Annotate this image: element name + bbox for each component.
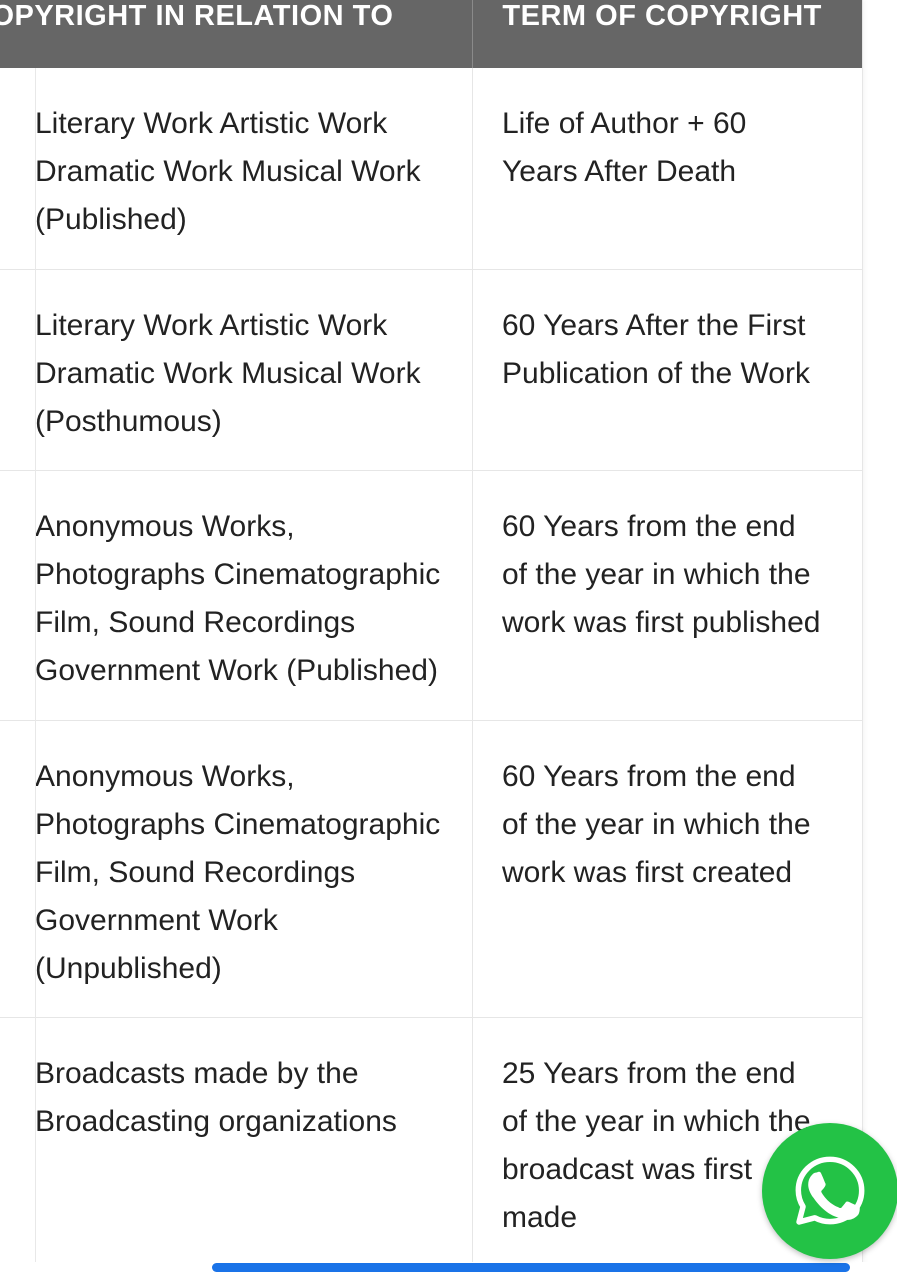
copyright-table-scroll-container[interactable]: COPYRIGHT IN RELATION TO TERM OF COPYRIG… — [0, 0, 863, 1280]
cell-text-line: (Unpublished) — [35, 952, 222, 985]
cell-term: 60 Years from the end of the year in whi… — [473, 471, 862, 720]
cell-text-line: of the year in which the — [502, 808, 811, 841]
table-row: Literary Work Artistic Work Dramatic Wor… — [0, 270, 862, 471]
table-row: Anonymous Works, Photographs Cinematogra… — [0, 471, 862, 721]
table-left-border — [35, 68, 36, 1280]
cell-text-line: Years After Death — [502, 155, 737, 188]
cell-term: Life of Author + 60 Years After Death — [473, 68, 862, 269]
cell-text-line: (Published) — [35, 203, 187, 236]
cell-text-line: Anonymous Works, — [35, 760, 295, 793]
cell-text-line: Photographs Cinematographic — [35, 808, 441, 841]
cell-text-line: Photographs Cinematographic — [35, 558, 441, 591]
cell-work-type: Literary Work Artistic Work Dramatic Wor… — [0, 68, 473, 269]
cell-text-line: Government Work — [35, 904, 278, 937]
cell-text-line: Broadcasting organizations — [35, 1105, 397, 1138]
whatsapp-chat-button[interactable] — [762, 1123, 897, 1259]
cell-term: 60 Years After the First Publication of … — [473, 270, 862, 470]
cell-term: 60 Years from the end of the year in whi… — [473, 721, 862, 1017]
whatsapp-icon — [795, 1156, 865, 1225]
cell-text-line: work was first created — [502, 856, 793, 889]
cell-work-type: Anonymous Works, Photographs Cinematogra… — [0, 721, 473, 1017]
cell-text-line: Dramatic Work Musical Work — [35, 357, 421, 390]
cell-text-line: work was first published — [502, 606, 821, 639]
header-term-of-copyright: TERM OF COPYRIGHT — [502, 0, 822, 32]
cell-text-line: Government Work (Published) — [35, 654, 438, 687]
table-row: Literary Work Artistic Work Dramatic Wor… — [0, 68, 862, 270]
cell-text-line: Broadcasts made by the — [35, 1057, 359, 1090]
cell-text-line: Publication of the Work — [502, 357, 810, 390]
cell-text-line: Film, Sound Recordings — [35, 856, 356, 889]
cell-text-line: Literary Work Artistic Work — [35, 107, 388, 140]
cell-text-line: Literary Work Artistic Work — [35, 309, 388, 342]
table-row: Anonymous Works, Photographs Cinematogra… — [0, 721, 862, 1018]
cell-text-line: 60 Years from the end — [502, 510, 796, 543]
cell-work-type: Broadcasts made by the Broadcasting orga… — [0, 1018, 473, 1278]
cell-work-type: Anonymous Works, Photographs Cinematogra… — [0, 471, 473, 720]
cell-text-line: Life of Author + 60 — [502, 107, 747, 140]
cell-text-line: Film, Sound Recordings — [35, 606, 356, 639]
cell-text-line: Anonymous Works, — [35, 510, 295, 543]
cell-text-line: Dramatic Work Musical Work — [35, 155, 421, 188]
horizontal-scrollbar-thumb[interactable] — [212, 1263, 850, 1272]
table-header-row: COPYRIGHT IN RELATION TO TERM OF COPYRIG… — [0, 0, 862, 68]
cell-text-line: of the year in which the — [502, 558, 811, 591]
copyright-table: COPYRIGHT IN RELATION TO TERM OF COPYRIG… — [0, 0, 862, 1279]
table-row: Broadcasts made by the Broadcasting orga… — [0, 1018, 862, 1279]
page-viewport: COPYRIGHT IN RELATION TO TERM OF COPYRIG… — [0, 0, 897, 1280]
cell-text-line: 25 Years from the end — [502, 1057, 796, 1090]
cell-work-type: Literary Work Artistic Work Dramatic Wor… — [0, 270, 473, 470]
cell-text-line: 60 Years After the First — [502, 309, 806, 342]
cell-text-line: 60 Years from the end — [502, 760, 796, 793]
cell-text-line: (Posthumous) — [35, 405, 222, 438]
header-copyright-in-relation-to: COPYRIGHT IN RELATION TO — [0, 0, 474, 68]
